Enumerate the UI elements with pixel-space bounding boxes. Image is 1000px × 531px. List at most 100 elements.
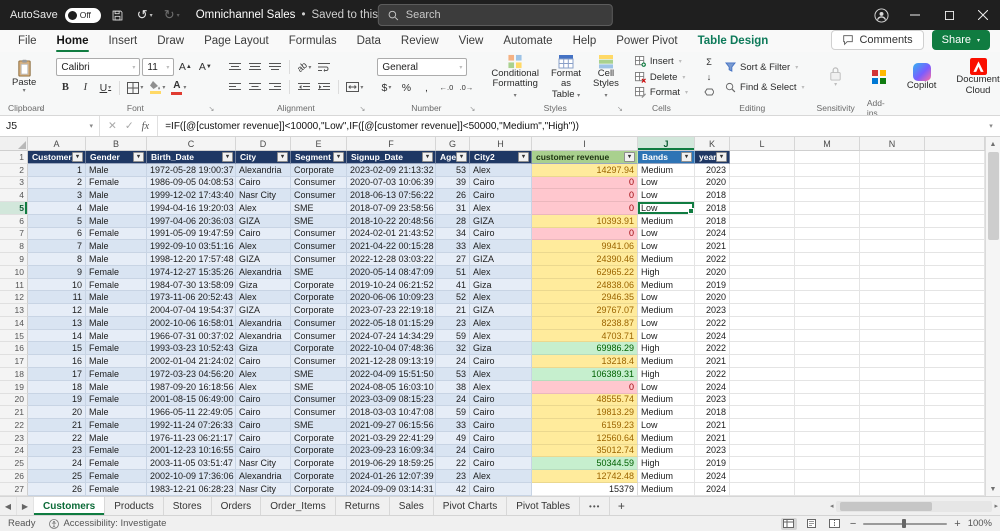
cell-I27[interactable]: 15379 [532,483,638,496]
cell-F16[interactable]: 2022-10-04 07:48:36 [347,342,436,355]
empty-cell[interactable] [795,470,860,483]
sheet-tab-orders[interactable]: Orders [212,497,262,515]
cell-D14[interactable]: Alexandria [236,317,291,330]
italic-button[interactable]: I [76,79,94,96]
cell-G18[interactable]: 53 [436,368,470,381]
empty-cell[interactable] [795,202,860,215]
empty-cell[interactable] [795,317,860,330]
cell-A20[interactable]: 19 [28,394,86,407]
cell-D3[interactable]: Cairo [236,177,291,190]
cell-H17[interactable]: Cairo [470,355,532,368]
empty-cell[interactable] [730,151,795,164]
align-center-button[interactable] [246,79,264,96]
zoom-slider-thumb[interactable] [902,519,906,528]
cell-F13[interactable]: 2023-07-23 22:19:18 [347,304,436,317]
row-header-2[interactable]: 2 [0,164,28,177]
sheet-tab-sales[interactable]: Sales [390,497,434,515]
cell-G23[interactable]: 49 [436,432,470,445]
find-select-button[interactable]: Find & Select▾ [725,80,805,95]
align-left-button[interactable] [226,79,244,96]
cell-I21[interactable]: 19813.29 [532,406,638,419]
cell-K7[interactable]: 2024 [695,228,730,241]
table-header-birth-date[interactable]: Birth_Date▾ [147,151,236,164]
account-button[interactable] [864,0,898,30]
cell-B7[interactable]: Female [86,228,147,241]
empty-cell[interactable] [925,279,985,292]
empty-cell[interactable] [925,470,985,483]
cell-J2[interactable]: Medium [638,164,695,177]
cell-A15[interactable]: 14 [28,330,86,343]
cell-K20[interactable]: 2023 [695,394,730,407]
cell-E26[interactable]: Corporate [291,470,347,483]
cell-K5[interactable]: 2018 [695,202,730,215]
borders-button[interactable]: ▾ [125,79,145,96]
cell-A27[interactable]: 26 [28,483,86,496]
cell-F26[interactable]: 2024-01-26 12:07:39 [347,470,436,483]
empty-cell[interactable] [860,304,925,317]
cell-F11[interactable]: 2019-10-24 06:21:52 [347,279,436,292]
cell-C25[interactable]: 2003-11-05 03:51:47 [147,457,236,470]
cell-H26[interactable]: Alex [470,470,532,483]
cell-G25[interactable]: 22 [436,457,470,470]
cell-I18[interactable]: 106389.31 [532,368,638,381]
cell-C13[interactable]: 2004-07-04 19:54:37 [147,304,236,317]
empty-cell[interactable] [795,215,860,228]
empty-cell[interactable] [730,317,795,330]
ribbon-tab-data[interactable]: Data [347,32,391,52]
empty-cell[interactable] [860,291,925,304]
table-header-city2[interactable]: City2▾ [470,151,532,164]
cell-F23[interactable]: 2021-03-29 22:41:29 [347,432,436,445]
cell-J7[interactable]: Low [638,228,695,241]
fill-button[interactable]: ↓ [700,71,718,83]
sheet-tab-customers[interactable]: Customers [34,497,105,515]
empty-cell[interactable] [795,164,860,177]
filter-button[interactable]: ▾ [716,152,727,162]
cell-G26[interactable]: 23 [436,470,470,483]
cell-J18[interactable]: High [638,368,695,381]
empty-cell[interactable] [730,266,795,279]
empty-cell[interactable] [795,445,860,458]
cell-B17[interactable]: Male [86,355,147,368]
cell-F15[interactable]: 2024-07-24 14:34:29 [347,330,436,343]
cell-D26[interactable]: Alexandria [236,470,291,483]
empty-cell[interactable] [860,330,925,343]
vertical-scrollbar-thumb[interactable] [988,152,999,240]
cell-I14[interactable]: 8238.87 [532,317,638,330]
cell-H6[interactable]: GIZA [470,215,532,228]
empty-cell[interactable] [730,483,795,496]
zoom-slider[interactable] [863,523,947,525]
row-header-20[interactable]: 20 [0,394,28,407]
sheet-nav-prev-icon[interactable]: ◀ [0,497,17,515]
empty-cell[interactable] [925,381,985,394]
cell-A16[interactable]: 15 [28,342,86,355]
cell-J11[interactable]: Medium [638,279,695,292]
cell-A21[interactable]: 20 [28,406,86,419]
cell-D4[interactable]: Nasr City [236,189,291,202]
percent-button[interactable]: % [397,79,415,96]
clear-button[interactable] [700,86,718,98]
row-header-25[interactable]: 25 [0,457,28,470]
empty-cell[interactable] [795,394,860,407]
cell-H21[interactable]: Cairo [470,406,532,419]
empty-cell[interactable] [860,151,925,164]
row-header-1[interactable]: 1 [0,151,28,164]
row-header-4[interactable]: 4 [0,189,28,202]
comments-button[interactable]: Comments [831,30,923,50]
cell-E13[interactable]: Corporate [291,304,347,317]
cell-H22[interactable]: Cairo [470,419,532,432]
row-header-11[interactable]: 11 [0,279,28,292]
cell-B20[interactable]: Female [86,394,147,407]
cell-B3[interactable]: Female [86,177,147,190]
cell-J5[interactable]: Low [638,202,695,215]
cell-K16[interactable]: 2022 [695,342,730,355]
sheet-tab-stores[interactable]: Stores [164,497,212,515]
alignment-dialog-launcher-icon[interactable]: ↘ [360,105,366,113]
cell-A11[interactable]: 10 [28,279,86,292]
cell-H27[interactable]: Cairo [470,483,532,496]
cell-B6[interactable]: Male [86,215,147,228]
cell-I5[interactable]: 0 [532,202,638,215]
sheet-tab-products[interactable]: Products [105,497,163,515]
cell-G24[interactable]: 24 [436,445,470,458]
cell-H11[interactable]: Giza [470,279,532,292]
empty-cell[interactable] [925,432,985,445]
